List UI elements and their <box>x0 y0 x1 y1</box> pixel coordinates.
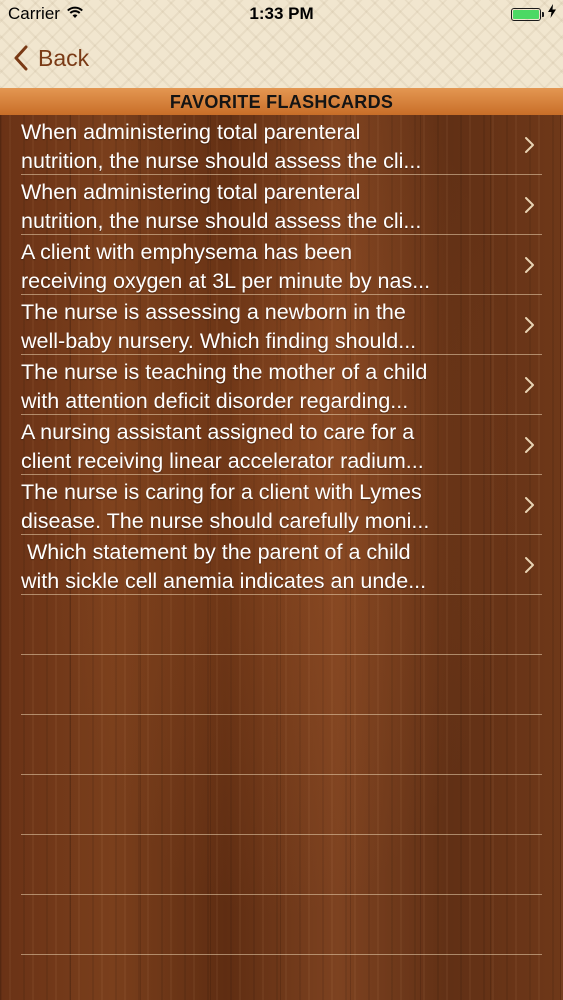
flashcard-text: A client with emphysema has been receivin… <box>21 238 509 296</box>
flashcard-line-2: well-baby nursery. Which finding should.… <box>21 329 417 353</box>
flashcard-text: A nursing assistant assigned to care for… <box>21 418 509 476</box>
flashcard-row[interactable]: A nursing assistant assigned to care for… <box>0 415 563 475</box>
flashcard-line-1: Which statement by the parent of a child <box>21 540 411 564</box>
flashcard-text: The nurse is teaching the mother of a ch… <box>21 358 509 416</box>
flashcard-text: Which statement by the parent of a child… <box>21 538 509 596</box>
flashcard-line-2: with attention deficit disorder regardin… <box>21 389 409 413</box>
empty-row <box>0 715 563 775</box>
flashcard-text: When administering total parenteral nutri… <box>21 178 509 236</box>
flashcard-text: The nurse is caring for a client with Ly… <box>21 478 509 536</box>
clock: 1:33 PM <box>249 4 314 23</box>
flashcard-line-1: The nurse is assessing a newborn in the <box>21 300 406 324</box>
flashcard-line-1: The nurse is teaching the mother of a ch… <box>21 360 428 384</box>
empty-row <box>0 655 563 715</box>
flashcard-row[interactable]: When administering total parenteral nutri… <box>0 175 563 235</box>
empty-row <box>0 775 563 835</box>
flashcard-line-2: nutrition, the nurse should assess the c… <box>21 209 422 233</box>
flashcard-row[interactable]: A client with emphysema has been receivin… <box>0 235 563 295</box>
battery-level <box>513 10 539 19</box>
flashcard-line-1: When administering total parenteral <box>21 180 361 204</box>
flashcard-line-1: The nurse is caring for a client with Ly… <box>21 480 422 504</box>
chevron-right-icon <box>525 497 534 513</box>
flashcard-list: When administering total parenteral nutri… <box>0 115 563 955</box>
flashcard-row[interactable]: The nurse is assessing a newborn in the w… <box>0 295 563 355</box>
battery-icon <box>511 8 544 21</box>
flashcard-line-1: A nursing assistant assigned to care for… <box>21 420 415 444</box>
chevron-right-icon <box>525 257 534 273</box>
flashcard-row[interactable]: Which statement by the parent of a child… <box>0 535 563 595</box>
flashcard-line-2: with sickle cell anemia indicates an und… <box>21 569 427 593</box>
chevron-right-icon <box>525 317 534 333</box>
navigation-area: Carrier 1:33 PM Back <box>0 0 563 88</box>
flashcard-row[interactable]: The nurse is teaching the mother of a ch… <box>0 355 563 415</box>
flashcard-text: When administering total parenteral nutri… <box>21 118 509 176</box>
flashcard-line-2: disease. The nurse should carefully moni… <box>21 509 430 533</box>
flashcard-line-2: nutrition, the nurse should assess the c… <box>21 149 422 173</box>
chevron-right-icon <box>525 437 534 453</box>
flashcard-text: The nurse is assessing a newborn in the w… <box>21 298 509 356</box>
section-title: FAVORITE FLASHCARDS <box>0 88 563 115</box>
flashcard-row[interactable]: The nurse is caring for a client with Ly… <box>0 475 563 535</box>
back-label: Back <box>38 44 90 71</box>
flashcard-line-1: A client with emphysema has been <box>21 240 353 264</box>
flashcard-line-2: receiving oxygen at 3L per minute by nas… <box>21 269 431 293</box>
chevron-right-icon <box>525 557 534 573</box>
flashcard-row[interactable]: When administering total parenteral nutri… <box>0 115 563 175</box>
chevron-left-icon <box>14 45 28 71</box>
flashcard-line-2: client receiving linear accelerator radi… <box>21 449 424 473</box>
empty-row <box>0 595 563 655</box>
flashcard-line-1: When administering total parenteral <box>21 120 361 144</box>
charging-icon <box>548 4 556 18</box>
chevron-right-icon <box>525 197 534 213</box>
back-button[interactable]: Back <box>14 40 89 76</box>
battery-tip <box>542 12 544 17</box>
status-bar: Carrier 1:33 PM <box>0 0 563 30</box>
chevron-right-icon <box>525 377 534 393</box>
chevron-right-icon <box>525 137 534 153</box>
empty-row <box>0 895 563 955</box>
empty-row <box>0 835 563 895</box>
